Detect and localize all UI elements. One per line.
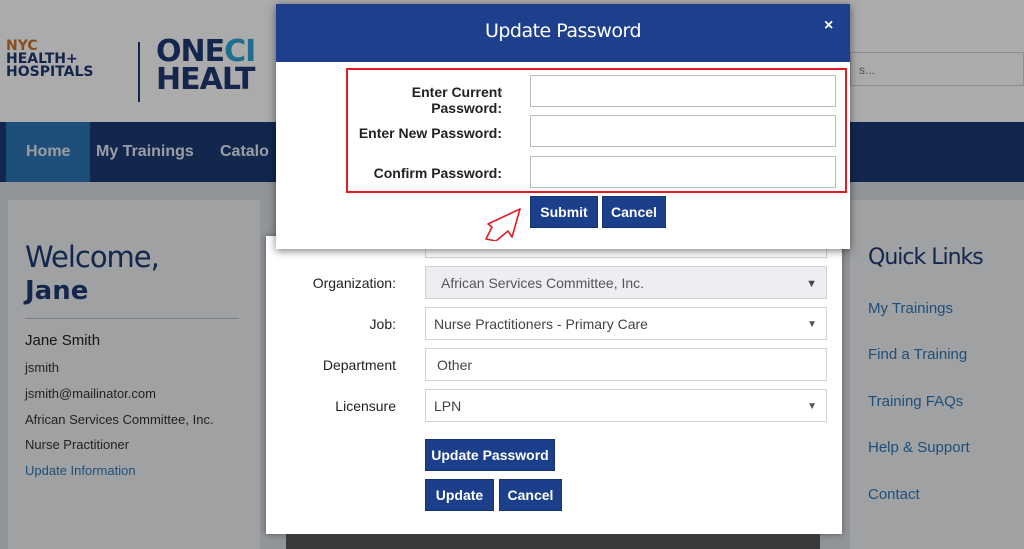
pointer-arrow-icon [485,208,521,241]
modal-title: Update Password [484,20,642,42]
current-password-label: Enter Current Password: [411,84,502,116]
modal-cancel-button[interactable]: Cancel [602,196,666,228]
confirm-password-input[interactable] [530,156,836,188]
dropdown-arrow-icon: ▼ [807,319,817,330]
organization-label: Organization: [312,275,396,291]
organization-value: African Services Committee, Inc. [441,275,645,291]
department-input[interactable]: Other [425,348,827,381]
close-icon[interactable]: × [824,17,833,35]
licensure-label: Licensure [335,398,396,414]
job-label: Job: [369,316,396,332]
update-button[interactable]: Update [425,479,494,511]
dropdown-arrow-icon: ▼ [807,401,817,412]
organization-select[interactable]: African Services Committee, Inc. ▼ [425,266,827,299]
job-value: Nurse Practitioners - Primary Care [434,316,648,332]
dropdown-arrow-icon: ▼ [806,278,817,290]
new-password-input[interactable] [530,115,836,147]
department-value: Other [437,357,473,373]
confirm-password-label: Confirm Password: [373,165,502,181]
form-cancel-button[interactable]: Cancel [499,479,562,511]
job-select[interactable]: Nurse Practitioners - Primary Care ▼ [425,307,827,340]
submit-button[interactable]: Submit [530,196,598,228]
current-password-input[interactable] [530,75,836,107]
panel-footer-strip [286,534,820,549]
licensure-select[interactable]: LPN ▼ [425,389,827,422]
licensure-value: LPN [434,398,462,414]
department-label: Department [322,357,396,373]
update-password-button[interactable]: Update Password [425,439,555,471]
new-password-label: Enter New Password: [358,125,502,141]
